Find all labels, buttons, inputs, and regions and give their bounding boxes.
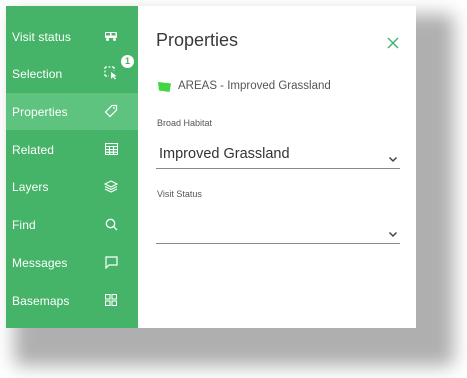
sidebar-item-basemaps[interactable]: Basemaps (6, 282, 138, 319)
sidebar-item-label: Selection (12, 66, 63, 81)
sidebar-item-related[interactable]: Related (6, 131, 138, 168)
broad-habitat-label: Broad Habitat (157, 118, 213, 128)
sidebar-item-label: Visit status (12, 29, 72, 44)
broad-habitat-select[interactable]: Improved Grassland (156, 137, 400, 169)
sidebar: Visit status Selection 1 Properties Rela… (6, 6, 138, 328)
sidebar-item-layers[interactable]: Layers (6, 168, 138, 205)
message-icon (101, 253, 121, 271)
sidebar-item-label: Basemaps (12, 293, 70, 308)
sidebar-item-visit-status[interactable]: Visit status (6, 18, 138, 55)
table-icon (101, 140, 121, 158)
sidebar-item-find[interactable]: Find (6, 206, 138, 243)
grid-icon (101, 291, 121, 309)
sidebar-item-label: Properties (12, 104, 68, 119)
select-cursor-icon (101, 64, 121, 82)
sidebar-item-selection[interactable]: Selection 1 (6, 55, 138, 92)
layer-name: AREAS - Improved Grassland (178, 80, 331, 92)
app-window: Visit status Selection 1 Properties Rela… (6, 6, 416, 328)
chevron-down-icon (388, 225, 398, 238)
search-icon (101, 215, 121, 233)
layers-icon (101, 177, 121, 195)
sidebar-item-label: Find (12, 217, 36, 232)
van-icon (101, 27, 121, 45)
close-icon[interactable] (386, 36, 400, 50)
visit-status-select[interactable] (156, 212, 400, 244)
selection-count-badge: 1 (121, 55, 134, 68)
sidebar-item-messages[interactable]: Messages (6, 244, 138, 281)
properties-panel: Properties AREAS - Improved Grassland Br… (138, 6, 416, 328)
sidebar-item-properties[interactable]: Properties (6, 93, 138, 130)
tag-icon (101, 102, 121, 120)
broad-habitat-value: Improved Grassland (159, 146, 290, 162)
chevron-down-icon (388, 150, 398, 163)
sidebar-item-label: Layers (12, 179, 49, 194)
sidebar-item-label: Messages (12, 255, 68, 270)
layer-symbol-icon (158, 79, 172, 92)
panel-title: Properties (156, 30, 239, 50)
visit-status-label: Visit Status (157, 189, 202, 199)
sidebar-item-label: Related (12, 142, 55, 157)
